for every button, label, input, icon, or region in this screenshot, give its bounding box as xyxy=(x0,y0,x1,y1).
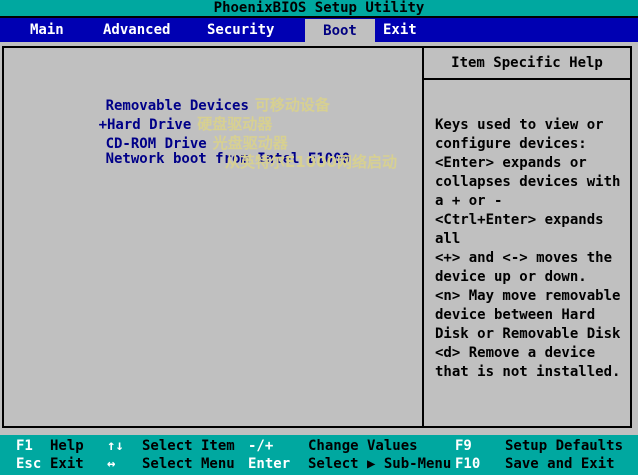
tab-exit[interactable]: Exit xyxy=(383,22,417,38)
key-enter: Enter xyxy=(248,456,290,472)
key-f1: F1 xyxy=(16,438,33,454)
boot-device-list: Removable Devices可移动设备 +Hard Drive硬盘驱动器 … xyxy=(4,48,422,426)
key-f10: F10 xyxy=(455,456,480,472)
title-bar: PhoenixBIOS Setup Utility xyxy=(0,0,638,18)
action-select-item: Select Item xyxy=(142,438,235,454)
menu-bar: Main Advanced Security Boot Exit xyxy=(0,18,638,42)
status-row-2: Esc Exit ↔ Select Menu Enter Select ▶ Su… xyxy=(0,456,638,475)
key-f9: F9 xyxy=(455,438,472,454)
boot-item-cdrom-drive[interactable]: CD-ROM Drive光盘驱动器 xyxy=(55,116,288,135)
tab-main[interactable]: Main xyxy=(30,22,64,38)
action-select-submenu: Select ▶ Sub-Menu xyxy=(308,456,451,472)
key-esc: Esc xyxy=(16,456,41,472)
action-exit: Exit xyxy=(50,456,84,472)
action-help: Help xyxy=(50,438,84,454)
network-boot-translation: 从英特尔E1000网络启动 xyxy=(225,151,397,172)
app-title: PhoenixBIOS Setup Utility xyxy=(214,0,425,16)
tab-boot-selected[interactable]: Boot xyxy=(305,19,375,46)
boot-item-hard-drive[interactable]: +Hard Drive硬盘驱动器 xyxy=(48,97,272,116)
tab-security[interactable]: Security xyxy=(207,22,274,38)
tab-advanced[interactable]: Advanced xyxy=(103,22,170,38)
action-select-menu: Select Menu xyxy=(142,456,235,472)
status-bar: F1 Help ↑↓ Select Item -/+ Change Values… xyxy=(0,435,638,475)
help-panel-title: Item Specific Help xyxy=(424,48,630,80)
main-panel: Removable Devices可移动设备 +Hard Drive硬盘驱动器 … xyxy=(2,46,632,428)
help-panel-text: Keys used to view or configure devices: … xyxy=(424,80,630,382)
up-down-arrows-icon: ↑↓ xyxy=(107,438,124,454)
boot-item-removable-devices[interactable]: Removable Devices可移动设备 xyxy=(55,78,330,97)
status-row-1: F1 Help ↑↓ Select Item -/+ Change Values… xyxy=(0,438,638,457)
left-right-arrows-icon: ↔ xyxy=(107,456,115,472)
action-setup-defaults: Setup Defaults xyxy=(505,438,623,454)
action-save-and-exit: Save and Exit xyxy=(505,456,615,472)
help-panel: Item Specific Help Keys used to view or … xyxy=(422,48,630,426)
action-change-values: Change Values xyxy=(308,438,418,454)
key-minus-plus: -/+ xyxy=(248,438,273,454)
